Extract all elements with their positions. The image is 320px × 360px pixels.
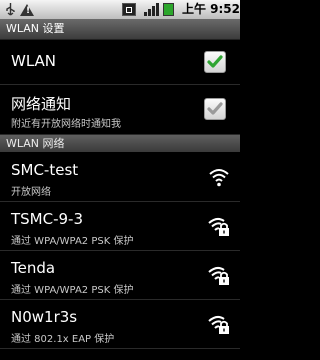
status-time: 上午 9:52 bbox=[181, 2, 240, 16]
page-title: WLAN 设置 bbox=[6, 22, 65, 35]
network-security: 通过 WPA/WPA2 PSK 保护 bbox=[11, 236, 134, 247]
network-ssid: SMC-test bbox=[11, 161, 79, 179]
network-item[interactable]: Tenda 通过 WPA/WPA2 PSK 保护 bbox=[0, 251, 240, 300]
network-security: 通过 802.1x EAP 保护 bbox=[11, 334, 115, 345]
section-header-label: WLAN 网络 bbox=[6, 137, 65, 150]
network-item[interactable]: N0w1r3s 通过 802.1x EAP 保护 bbox=[0, 300, 240, 349]
signal-icon bbox=[144, 3, 160, 16]
network-ssid: N0w1r3s bbox=[11, 308, 78, 326]
network-item[interactable]: SMC-test 开放网络 bbox=[0, 153, 240, 202]
status-bar: ! 上午 9:52 bbox=[0, 0, 240, 19]
wifi-lock-icon bbox=[208, 217, 229, 236]
network-security: 开放网络 bbox=[11, 187, 51, 198]
wifi-open-icon bbox=[209, 169, 229, 187]
network-ssid: Tenda bbox=[11, 259, 56, 277]
wlan-toggle-row[interactable]: WLAN bbox=[0, 40, 240, 85]
network-notify-label: 网络通知 bbox=[11, 95, 72, 113]
wifi-lock-icon bbox=[208, 266, 229, 285]
network-ssid: TSMC-9-3 bbox=[11, 210, 84, 228]
network-notify-row[interactable]: 网络通知 附近有开放网络时通知我 bbox=[0, 85, 240, 135]
wlan-networks-header: WLAN 网络 bbox=[0, 135, 240, 152]
usb-icon bbox=[4, 2, 17, 17]
sim-icon bbox=[122, 3, 136, 16]
checkmark-icon bbox=[207, 102, 223, 115]
title-bar: WLAN 设置 bbox=[0, 19, 240, 40]
wlan-checkbox[interactable] bbox=[204, 51, 226, 73]
network-item[interactable]: TSMC-9-3 通过 WPA/WPA2 PSK 保护 bbox=[0, 202, 240, 251]
network-security: 通过 WPA/WPA2 PSK 保护 bbox=[11, 285, 134, 296]
battery-icon bbox=[163, 3, 174, 16]
wlan-toggle-label: WLAN bbox=[11, 52, 57, 70]
checkmark-icon bbox=[207, 55, 223, 68]
wifi-lock-icon bbox=[208, 315, 229, 334]
network-notify-checkbox[interactable] bbox=[204, 98, 226, 120]
network-notify-summary: 附近有开放网络时通知我 bbox=[11, 119, 121, 130]
warning-mark: ! bbox=[26, 6, 31, 16]
